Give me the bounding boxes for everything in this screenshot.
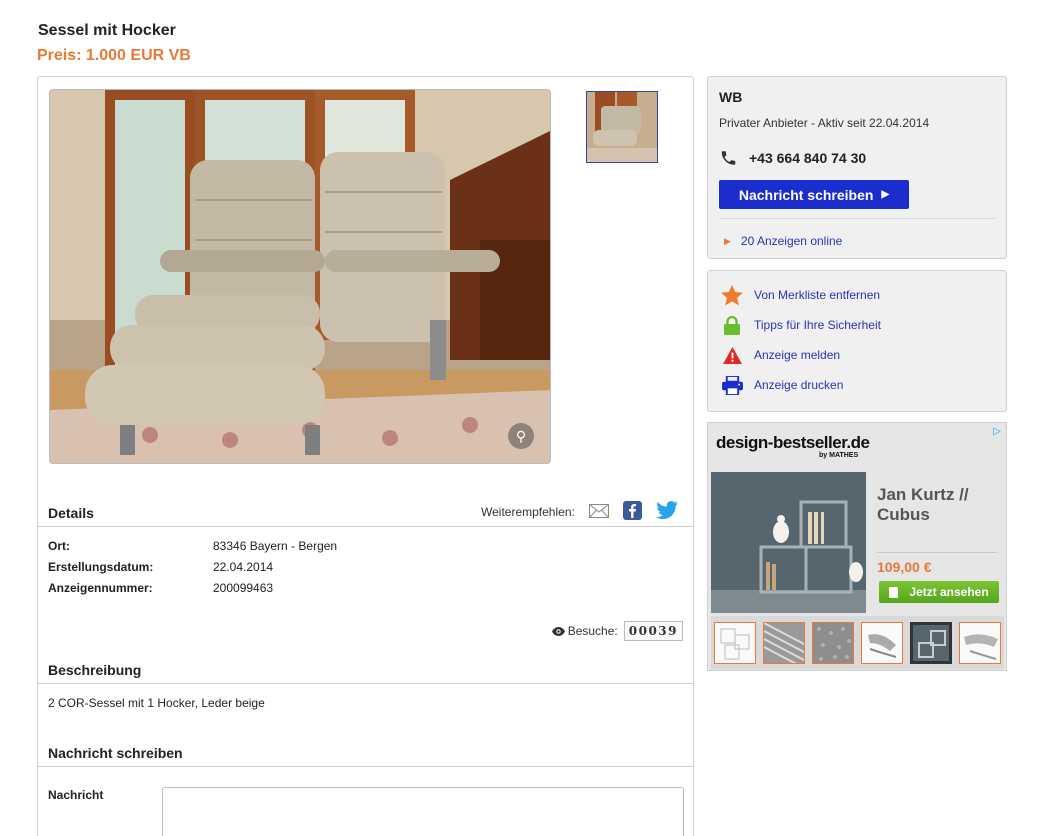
share-bar: Weiterempfehlen: [481, 501, 693, 523]
phone-number: +43 664 840 74 30 [749, 150, 867, 166]
twitter-share-icon[interactable] [655, 501, 679, 523]
visits-count: 00039 [623, 621, 683, 641]
photo-thumbnail[interactable] [586, 91, 658, 163]
action-label: Von Merkliste entfernen [754, 288, 881, 302]
printer-icon [720, 374, 744, 396]
action-safety-tips[interactable]: Tipps für Ihre Sicherheit [720, 314, 881, 336]
listing-main-panel: ⚲ Details Weiterempfehlen: Ort: 83346 Ba… [37, 76, 694, 836]
description-text: 2 COR-Sessel mit 1 Hocker, Leder beige [48, 696, 265, 710]
email-share-icon[interactable] [588, 503, 609, 521]
arrow-right-icon: ▶ [724, 235, 731, 246]
ad-logo-sub: by MATHES [819, 452, 859, 459]
ad-thumbnail[interactable] [861, 621, 903, 664]
detail-label: Ort: [48, 539, 70, 553]
zoom-icon[interactable]: ⚲ [508, 423, 534, 449]
action-label: Anzeige drucken [754, 378, 844, 392]
write-message-button[interactable]: Nachricht schreiben ▶ [719, 180, 909, 209]
detail-label: Anzeigennummer: [48, 581, 153, 595]
seller-info: Privater Anbieter - Aktiv seit 22.04.201… [719, 116, 930, 130]
ad-cta-label: Jetzt ansehen [909, 585, 989, 599]
star-icon [720, 284, 744, 306]
lock-icon [720, 314, 744, 336]
share-label: Weiterempfehlen: [481, 505, 575, 519]
ad-product-line2: Cubus [877, 505, 930, 524]
ads-online-label: 20 Anzeigen online [740, 234, 843, 248]
detail-label: Erstellungsdatum: [48, 560, 154, 574]
message-textarea[interactable] [162, 787, 684, 836]
seller-divider [719, 218, 996, 219]
ad-price: 109,00 € [877, 559, 932, 575]
adchoices-icon[interactable]: ▷ [990, 425, 1004, 439]
ad-thumbnail-strip [711, 616, 1004, 669]
details-divider [38, 526, 693, 527]
ad-product-line1: Jan Kurtz // [877, 485, 969, 504]
detail-value: 22.04.2014 [213, 560, 274, 574]
seller-box: WB Privater Anbieter - Aktiv seit 22.04.… [707, 76, 1007, 259]
action-report-ad[interactable]: Anzeige melden [720, 344, 840, 366]
listing-title: Sessel mit Hocker [38, 22, 176, 39]
eye-icon [551, 626, 565, 636]
listing-price: Preis: 1.000 EUR VB [37, 47, 191, 64]
seller-name: WB [719, 89, 743, 105]
ads-online-link[interactable]: ▶ 20 Anzeigen online [724, 234, 842, 248]
ad-thumbnail[interactable] [959, 621, 1001, 664]
warning-icon [720, 344, 744, 366]
facebook-share-icon[interactable] [622, 501, 642, 523]
ad-cta-button[interactable]: Jetzt ansehen [879, 581, 999, 603]
main-product-photo[interactable]: ⚲ [49, 89, 551, 464]
message-heading: Nachricht schreiben [48, 745, 183, 761]
ad-thumbnail[interactable] [763, 621, 805, 664]
details-heading: Details [48, 505, 94, 521]
write-message-label: Nachricht schreiben [738, 186, 874, 203]
actions-box: Von Merkliste entfernen Tipps für Ihre S… [707, 270, 1007, 412]
shopping-bag-icon [889, 586, 899, 598]
action-label: Anzeige melden [754, 348, 841, 362]
ad-divider [877, 552, 997, 553]
detail-value: 200099463 [213, 581, 274, 595]
description-divider [38, 683, 693, 684]
ad-thumbnail[interactable] [812, 621, 854, 664]
ad-product-image[interactable] [711, 472, 866, 613]
ad-logo: design-bestseller.de [716, 433, 870, 452]
message-divider [38, 766, 693, 767]
visits-label: Besuche: [567, 624, 618, 638]
message-field-label: Nachricht [48, 788, 104, 802]
ad-thumbnail-selected[interactable] [910, 621, 952, 664]
detail-value: 83346 Bayern - Bergen [213, 539, 338, 553]
action-remove-watchlist[interactable]: Von Merkliste entfernen [720, 284, 880, 306]
ad-thumbnail[interactable] [714, 621, 756, 664]
visit-counter: Besuche: 00039 [551, 621, 683, 641]
ad-product-name: Jan Kurtz // Cubus [877, 485, 969, 525]
arrow-right-icon: ▶ [881, 189, 890, 200]
phone-icon [721, 151, 736, 165]
description-heading: Beschreibung [48, 662, 142, 678]
action-label: Tipps für Ihre Sicherheit [754, 318, 881, 332]
action-print-ad[interactable]: Anzeige drucken [720, 374, 843, 396]
seller-phone[interactable]: +43 664 840 74 30 [719, 149, 866, 167]
advertisement[interactable]: design-bestseller.de by MATHES ▷ Jan Kur… [707, 422, 1007, 671]
